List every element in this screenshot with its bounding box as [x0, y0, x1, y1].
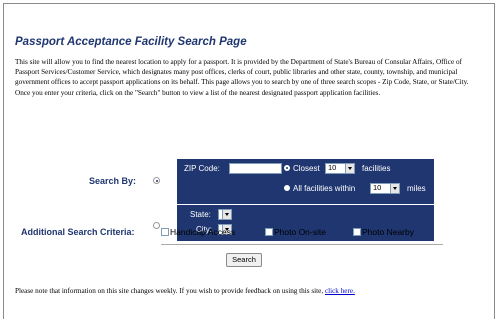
chevron-down-icon: [390, 184, 399, 193]
footer-note-text: Please note that information on this sit…: [15, 287, 325, 295]
photo-nearby-label: Photo Nearby: [362, 227, 414, 237]
photo-nearby-checkbox[interactable]: [353, 228, 361, 236]
intro-text: This site will allow you to find the nea…: [15, 58, 469, 97]
handicap-access-label: Handicap Access: [170, 227, 236, 237]
zip-panel: ZIP Code: Closest 10 facilities All faci…: [177, 159, 434, 204]
all-within-label: All facilities within: [293, 184, 356, 193]
footer-note: Please note that information on this sit…: [15, 287, 355, 295]
state-scope-radio[interactable]: [153, 222, 160, 229]
state-select[interactable]: [218, 209, 232, 220]
zip-scope-radio[interactable]: [153, 177, 160, 184]
closest-radio[interactable]: [284, 165, 290, 171]
all-within-radio[interactable]: [284, 185, 290, 191]
chevron-down-icon: [222, 210, 231, 219]
chevron-down-icon: [345, 164, 354, 173]
closest-count-select[interactable]: 10: [325, 163, 355, 174]
search-button[interactable]: Search: [226, 253, 262, 267]
miles-label: miles: [407, 184, 426, 193]
zip-code-input[interactable]: [229, 163, 282, 174]
page-title: Passport Acceptance Facility Search Page: [15, 36, 247, 48]
photo-onsite-label: Photo On-site: [274, 227, 326, 237]
photo-onsite-checkbox[interactable]: [265, 228, 273, 236]
within-miles-select[interactable]: 10: [370, 183, 400, 194]
closest-label: Closest: [293, 164, 320, 173]
facilities-label: facilities: [362, 164, 391, 173]
zip-code-label: ZIP Code:: [184, 164, 220, 173]
feedback-link[interactable]: click here.: [325, 287, 355, 295]
within-miles-value: 10: [373, 183, 382, 192]
divider: [161, 244, 443, 245]
state-label: State:: [190, 210, 211, 219]
closest-count-value: 10: [328, 163, 337, 172]
additional-criteria-label: Additional Search Criteria:: [21, 227, 135, 237]
handicap-access-checkbox[interactable]: [161, 228, 169, 236]
search-by-label: Search By:: [89, 176, 137, 186]
